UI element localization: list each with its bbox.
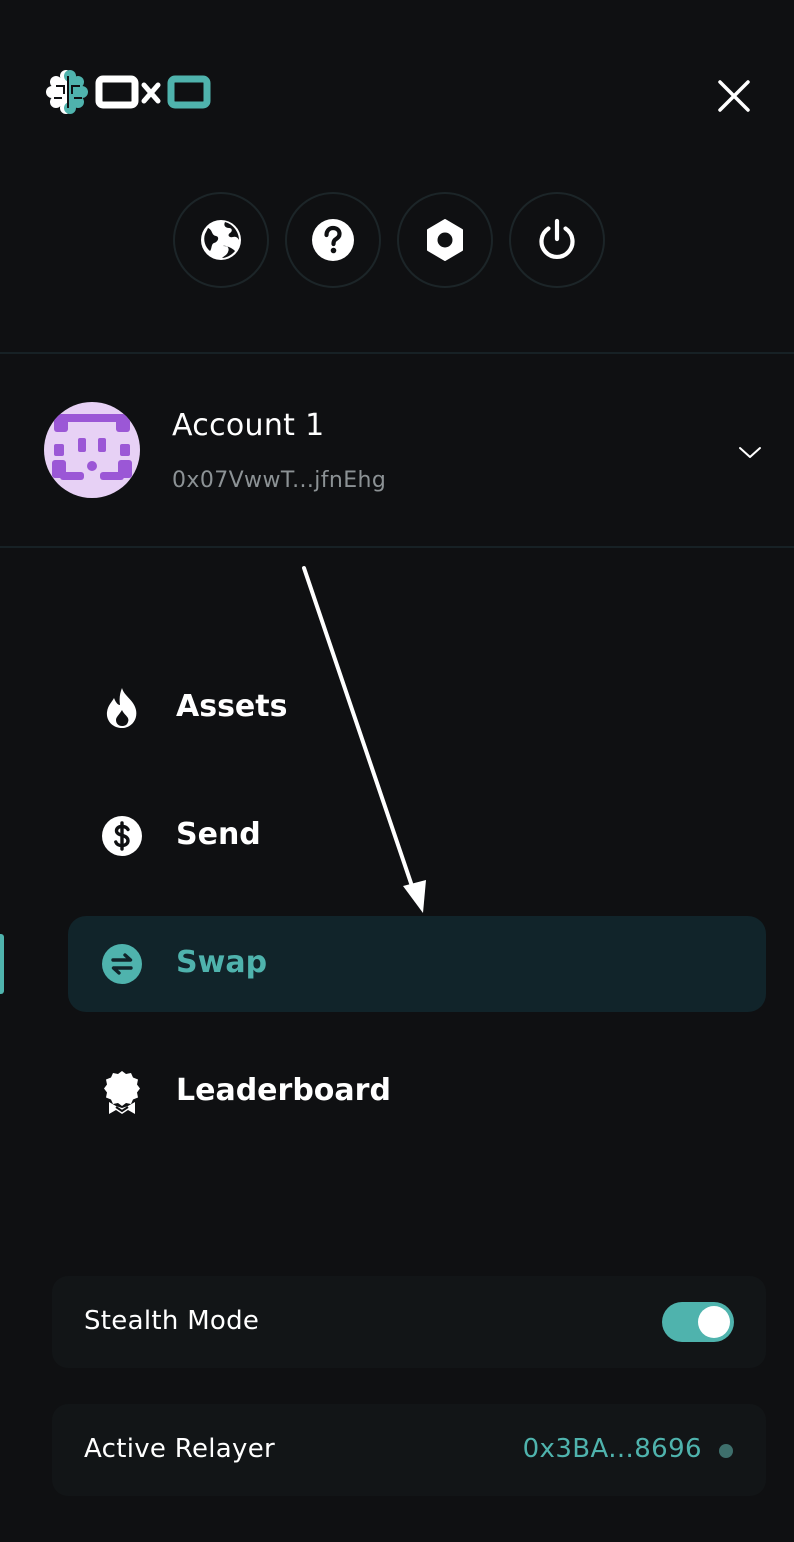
power-icon — [539, 218, 575, 259]
active-relayer-card: Active Relayer 0x3BA...8696 — [52, 1404, 766, 1496]
stealth-mode-toggle[interactable] — [662, 1302, 734, 1342]
toggle-knob — [698, 1306, 730, 1338]
nav-label-leaderboard: Leaderboard — [176, 1073, 391, 1108]
award-icon — [100, 1070, 144, 1114]
nav-item-leaderboard[interactable]: Leaderboard — [68, 1044, 766, 1140]
logout-button[interactable] — [509, 192, 605, 288]
settings-button[interactable] — [397, 192, 493, 288]
close-icon — [718, 80, 750, 112]
divider — [0, 546, 794, 548]
help-button[interactable] — [285, 192, 381, 288]
active-relayer-label: Active Relayer — [84, 1434, 276, 1464]
globe-icon — [201, 220, 241, 260]
stealth-mode-label: Stealth Mode — [84, 1306, 260, 1336]
account-name: Account 1 — [172, 408, 325, 443]
dollar-icon — [100, 814, 144, 858]
chevron-down-icon — [739, 447, 761, 458]
nav-label-send: Send — [176, 817, 261, 852]
avatar-image — [52, 414, 132, 480]
settings-icon — [427, 219, 463, 261]
close-button[interactable] — [710, 72, 758, 120]
relayer-address[interactable]: 0x3BA...8696 — [523, 1434, 702, 1464]
swap-icon — [100, 942, 144, 986]
help-icon — [312, 219, 354, 261]
nav-label-swap: Swap — [176, 945, 268, 980]
stealth-mode-card: Stealth Mode — [52, 1276, 766, 1368]
active-indicator — [0, 934, 4, 994]
nav-label-assets: Assets — [176, 689, 288, 724]
app-logo — [44, 68, 212, 116]
avatar — [44, 402, 140, 498]
nav-item-swap[interactable]: Swap — [68, 916, 766, 1012]
account-selector[interactable]: Account 1 0x07VwwT...jfnEhg — [0, 354, 794, 546]
language-button[interactable] — [173, 192, 269, 288]
account-address: 0x07VwwT...jfnEhg — [172, 468, 387, 493]
brain-icon — [46, 70, 211, 114]
flame-icon — [100, 686, 144, 730]
nav-item-assets[interactable]: Assets — [68, 660, 766, 756]
nav-item-send[interactable]: Send — [68, 788, 766, 884]
relayer-status-dot — [719, 1444, 733, 1458]
quick-actions — [173, 192, 605, 288]
